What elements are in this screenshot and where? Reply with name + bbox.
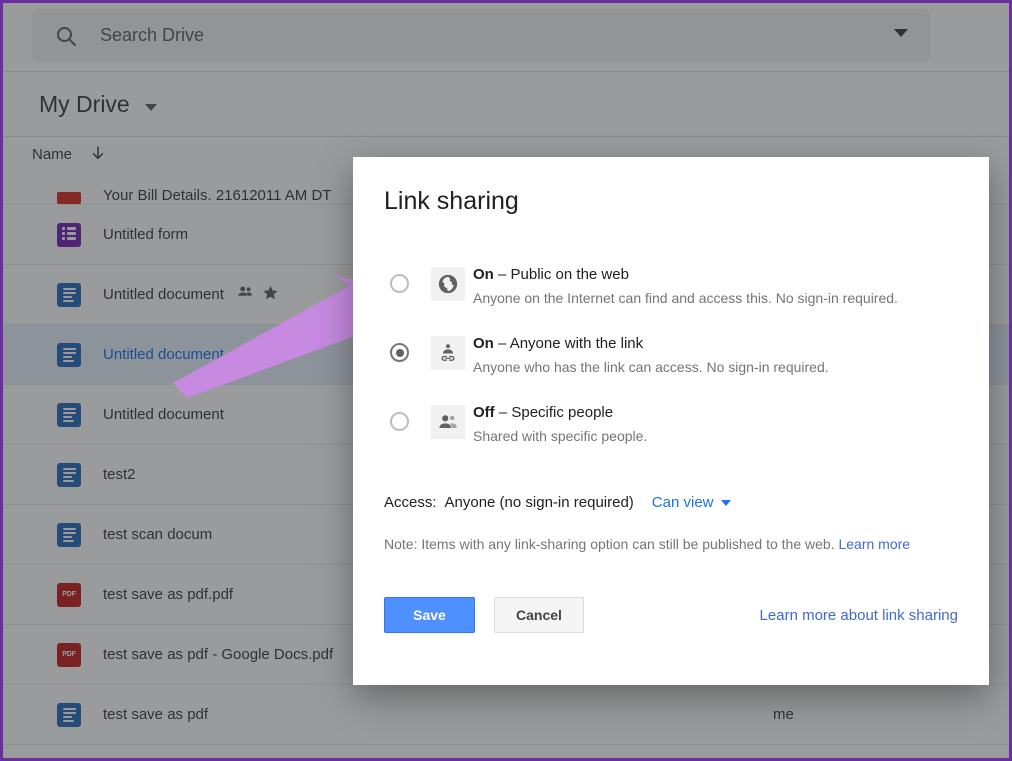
access-value: Anyone (no sign-in required) — [445, 494, 634, 511]
link-sharing-options: On – Public on the web Anyone on the Inte… — [384, 265, 960, 472]
option-state-label: Off — [473, 404, 495, 421]
screenshot-frame: My Drive Name Your Bill Details. 2161201… — [0, 0, 1012, 761]
radio-specific-people[interactable] — [390, 412, 409, 431]
people-icon — [431, 405, 465, 439]
option-heading: On – Public on the web — [473, 266, 629, 283]
note-row: Note: Items with any link-sharing option… — [384, 536, 910, 552]
globe-icon — [431, 267, 465, 301]
option-title: Specific people — [511, 404, 613, 421]
radio-public-on-the-web[interactable] — [390, 274, 409, 293]
access-label: Access: — [384, 494, 437, 511]
option-dash: – — [495, 404, 512, 421]
sharing-option-public-on-the-web[interactable]: On – Public on the web Anyone on the Inte… — [384, 265, 960, 313]
sharing-option-specific-people[interactable]: Off – Specific people Shared with specifi… — [384, 403, 960, 451]
permission-chevron-down-icon — [721, 500, 731, 506]
dialog-title: Link sharing — [384, 187, 519, 216]
cancel-button[interactable]: Cancel — [494, 597, 584, 633]
option-title: Anyone with the link — [510, 335, 643, 352]
link-sharing-dialog: Link sharing On – Public on the web Anyon… — [353, 157, 989, 685]
note-learn-more-link[interactable]: Learn more — [838, 536, 910, 552]
save-button[interactable]: Save — [384, 597, 475, 633]
permission-dropdown[interactable]: Can view — [652, 494, 731, 511]
note-text: Note: Items with any link-sharing option… — [384, 536, 835, 552]
option-heading: On – Anyone with the link — [473, 335, 643, 352]
dialog-button-row: Save Cancel Learn more about link sharin… — [384, 597, 958, 633]
option-state-label: On — [473, 335, 494, 352]
learn-more-about-link-sharing-link[interactable]: Learn more about link sharing — [760, 607, 958, 624]
option-description: Anyone on the Internet can find and acce… — [473, 288, 898, 308]
option-title: Public on the web — [511, 266, 629, 283]
option-description: Anyone who has the link can access. No s… — [473, 357, 829, 377]
person-link-icon — [431, 336, 465, 370]
option-dash: – — [494, 335, 510, 352]
option-description: Shared with specific people. — [473, 426, 647, 446]
option-state-label: On — [473, 266, 494, 283]
access-row: Access: Anyone (no sign-in required) Can… — [384, 494, 731, 511]
option-heading: Off – Specific people — [473, 404, 613, 421]
option-dash: – — [494, 266, 511, 283]
radio-anyone-with-the-link[interactable] — [390, 343, 409, 362]
sharing-option-anyone-with-the-link[interactable]: On – Anyone with the link Anyone who has … — [384, 334, 960, 382]
permission-label: Can view — [652, 494, 714, 511]
